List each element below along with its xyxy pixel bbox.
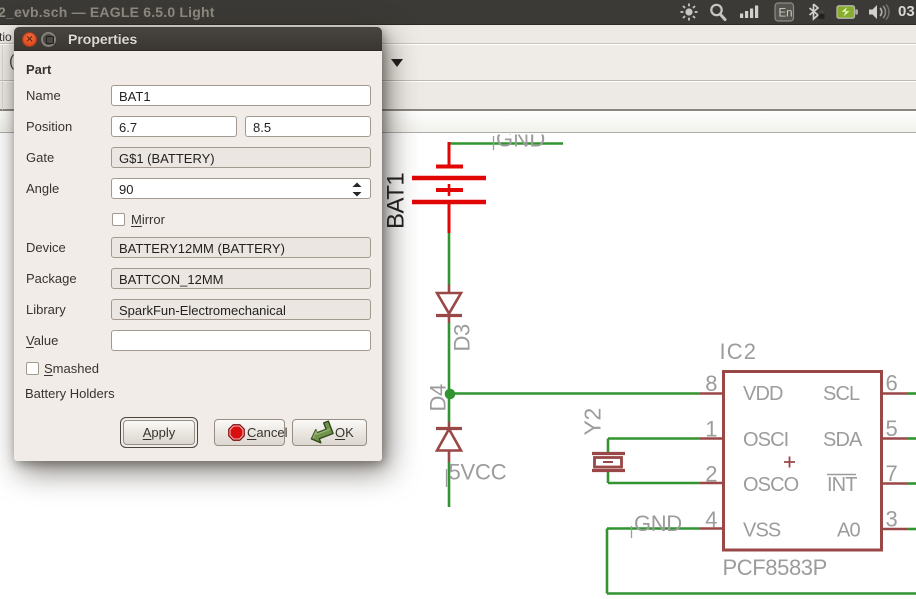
- svg-text:GND: GND: [496, 127, 546, 152]
- svg-text:5VCC: 5VCC: [449, 460, 507, 485]
- svg-text:2: 2: [705, 462, 717, 487]
- svg-text:1: 1: [705, 417, 717, 442]
- svg-text:3: 3: [886, 507, 898, 532]
- svg-text:D4: D4: [426, 384, 451, 411]
- svg-text:BAT1: BAT1: [383, 173, 410, 229]
- svg-text:OSCO: OSCO: [743, 474, 799, 496]
- svg-text:PCF8583P: PCF8583P: [723, 555, 827, 580]
- svg-text:A0: A0: [837, 520, 860, 542]
- svg-text:OSCI: OSCI: [743, 429, 788, 451]
- svg-text:SCL: SCL: [823, 383, 860, 405]
- svg-text:IC2: IC2: [720, 339, 758, 364]
- svg-text:VDD: VDD: [743, 383, 783, 405]
- svg-text:5: 5: [886, 416, 898, 441]
- svg-text:Y2: Y2: [580, 408, 606, 435]
- svg-text:En: En: [779, 8, 793, 20]
- svg-text:INT: INT: [827, 474, 857, 496]
- svg-text:GND: GND: [634, 511, 682, 536]
- svg-text:7: 7: [886, 461, 898, 486]
- svg-text:8: 8: [705, 371, 717, 396]
- svg-text:D3: D3: [450, 324, 475, 351]
- svg-text:4: 4: [705, 507, 717, 532]
- svg-text:VSS: VSS: [743, 520, 781, 542]
- svg-text:6: 6: [886, 371, 898, 396]
- svg-text:SDA: SDA: [823, 429, 863, 451]
